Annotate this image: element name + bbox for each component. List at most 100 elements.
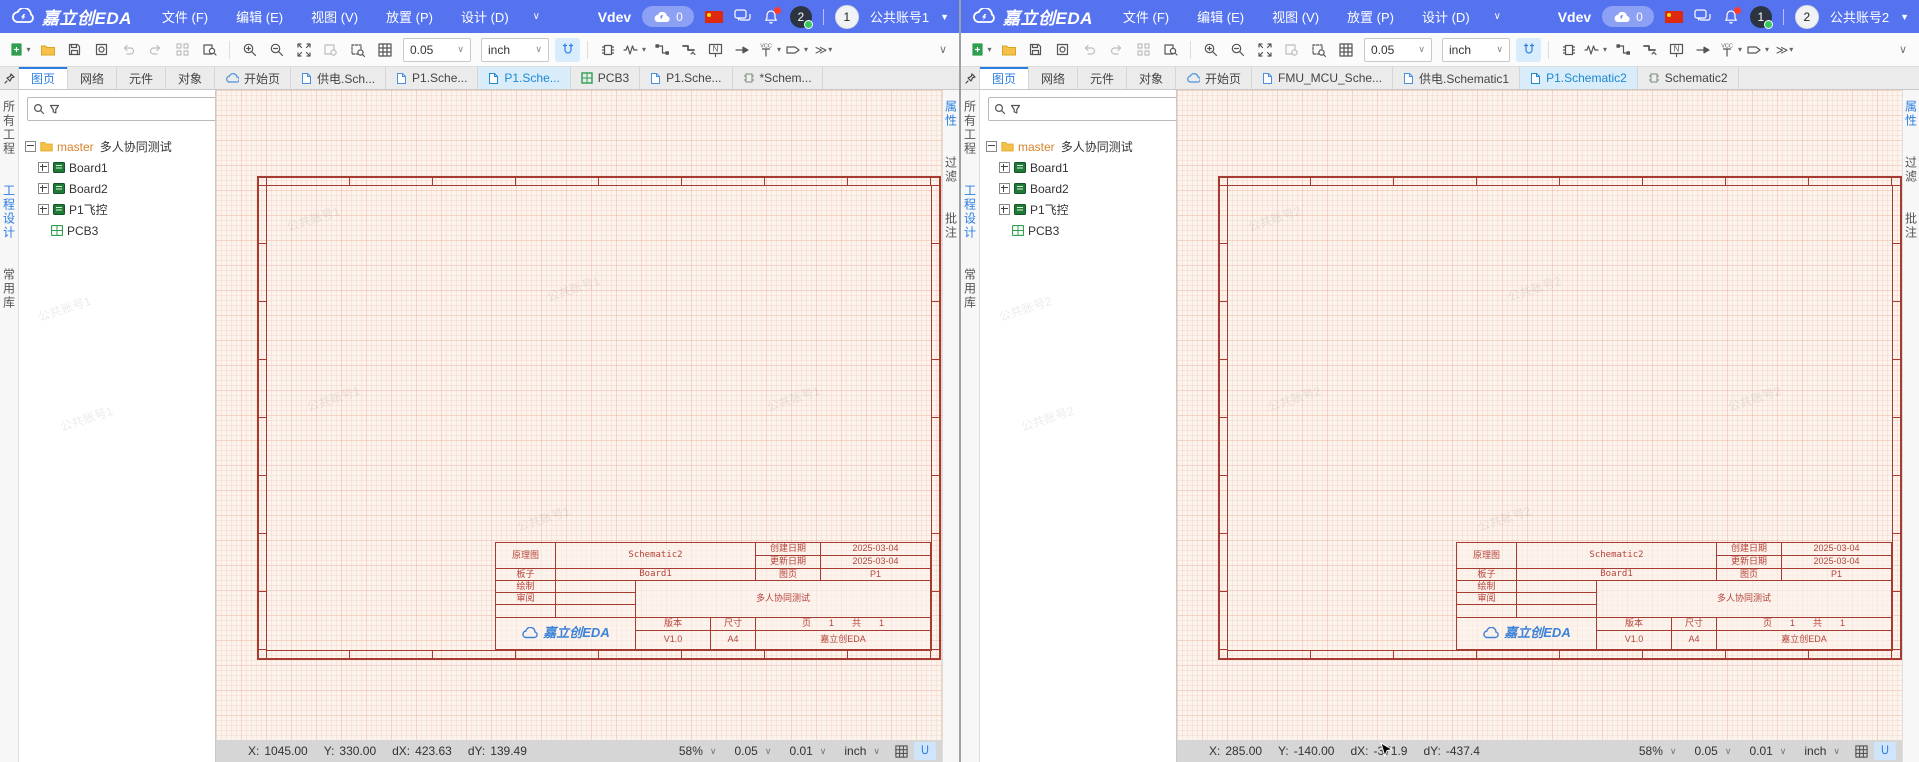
expand-expander-icon[interactable] (38, 183, 49, 194)
place-component-button[interactable] (1556, 38, 1581, 62)
zoom-in-button[interactable] (1198, 38, 1223, 62)
snap-magnet-toggle[interactable] (1516, 38, 1541, 62)
new-document-button[interactable]: ▾ (8, 38, 33, 62)
place-component-button[interactable] (595, 38, 620, 62)
tree-item-board[interactable]: P1飞控 (25, 199, 211, 220)
zoom-level-select[interactable]: 58%∨ (1631, 744, 1685, 758)
dock-tab-filter[interactable]: 过滤 (1903, 156, 1919, 184)
menu-edit[interactable]: 编辑 (E) (1183, 7, 1258, 26)
doc-tab-schematic[interactable]: 供电.Sch... (291, 67, 386, 89)
expand-expander-icon[interactable] (999, 204, 1010, 215)
tree-item-pcb[interactable]: PCB3 (986, 220, 1172, 241)
place-net-port-button[interactable]: ▾ (1745, 38, 1770, 62)
zoom-level-select[interactable]: 58%∨ (671, 744, 725, 758)
cloud-sync-button[interactable]: 0 (1602, 6, 1654, 27)
tree-item-master[interactable]: master 多人协同测试 (986, 136, 1172, 157)
grid-settings-button[interactable] (1333, 38, 1358, 62)
dock-tab-properties[interactable]: 属性 (943, 100, 960, 128)
place-power-flag-button[interactable]: VCC▾ (1718, 38, 1743, 62)
panel-tab-sheets[interactable]: 图页 (980, 67, 1029, 89)
place-net-port-button[interactable]: ▾ (784, 38, 809, 62)
search-input[interactable] (64, 101, 216, 117)
open-project-button[interactable] (35, 38, 60, 62)
zoom-selection-button[interactable] (1279, 38, 1304, 62)
undo-button[interactable] (116, 38, 141, 62)
doc-tab-schematic[interactable]: P1.Sche... (640, 67, 732, 89)
dock-tab-all-projects[interactable]: 所有工程 (1, 100, 18, 156)
place-resistor-button[interactable]: ▾ (1583, 38, 1608, 62)
tree-item-board[interactable]: Board2 (986, 178, 1172, 199)
schematic-canvas[interactable]: 公共账号2 公共账号2 公共账号2 公共账号2 公共账号2 原理图 (1177, 90, 1902, 740)
dock-tab-annotations[interactable]: 批注 (1903, 212, 1919, 240)
dock-tab-filter[interactable]: 过滤 (943, 156, 960, 184)
expand-expander-icon[interactable] (999, 162, 1010, 173)
dock-tab-common-library[interactable]: 常用库 (1, 268, 18, 310)
unit-status-select[interactable]: inch∨ (836, 744, 888, 758)
language-flag-icon[interactable] (705, 11, 723, 23)
menu-design[interactable]: 设计 (D) (1408, 7, 1484, 26)
clone-button[interactable] (1131, 38, 1156, 62)
find-similar-button[interactable] (197, 38, 222, 62)
snap-magnet-status-icon[interactable] (1874, 742, 1896, 760)
panel-tab-objects[interactable]: 对象 (1127, 67, 1176, 89)
tree-item-board[interactable]: P1飞控 (986, 199, 1172, 220)
save-button[interactable] (1023, 38, 1048, 62)
expand-expander-icon[interactable] (38, 162, 49, 173)
place-power-flag-button[interactable]: VCC▾ (757, 38, 782, 62)
more-placements-button[interactable]: ≫▾ (811, 38, 836, 62)
grid-size-select[interactable]: 0.05∨ (1364, 38, 1432, 62)
grid-toggle-icon[interactable] (1850, 742, 1872, 760)
undo-button[interactable] (1077, 38, 1102, 62)
panel-tab-sheets[interactable]: 图页 (19, 67, 68, 89)
place-net-label-button[interactable]: N (703, 38, 728, 62)
menu-file[interactable]: 文件 (F) (1109, 7, 1183, 26)
expand-expander-icon[interactable] (999, 183, 1010, 194)
panel-tab-objects[interactable]: 对象 (166, 67, 215, 89)
new-document-button[interactable]: ▾ (969, 38, 994, 62)
place-net-flag-button[interactable] (730, 38, 755, 62)
notifications-button[interactable] (1723, 9, 1739, 25)
place-resistor-button[interactable]: ▾ (622, 38, 647, 62)
collaborator-avatar[interactable]: 2 (790, 6, 812, 28)
account-menu-caret-icon[interactable]: ▼ (1900, 12, 1909, 22)
doc-tab-schematic-active[interactable]: P1.Sche... (478, 67, 570, 89)
zoom-area-button[interactable] (345, 38, 370, 62)
more-menus-icon[interactable]: ∨ (1484, 11, 1511, 22)
cloud-sync-button[interactable]: 0 (642, 6, 694, 27)
tree-item-board[interactable]: Board1 (25, 157, 211, 178)
doc-tab-home[interactable]: 开始页 (215, 67, 291, 89)
dock-tab-project-design[interactable]: 工程设计 (1, 184, 18, 240)
place-bus-button[interactable] (676, 38, 701, 62)
tree-item-pcb[interactable]: PCB3 (25, 220, 211, 241)
zoom-selection-button[interactable] (318, 38, 343, 62)
save-as-button[interactable] (89, 38, 114, 62)
panel-pin-icon[interactable] (0, 67, 19, 89)
notifications-button[interactable] (763, 9, 779, 25)
account-name[interactable]: 公共账号2 (1830, 7, 1889, 26)
feedback-chat-icon[interactable] (734, 9, 752, 24)
grid-size-status-select[interactable]: 0.05∨ (726, 744, 779, 758)
menu-view[interactable]: 视图 (V) (297, 7, 372, 26)
menu-edit[interactable]: 编辑 (E) (222, 7, 297, 26)
schematic-canvas[interactable]: 公共账号1 公共账号1 公共账号1 公共账号1 公共账号1 原理图 (216, 90, 942, 740)
more-menus-icon[interactable]: ∨ (523, 11, 550, 22)
dock-tab-properties[interactable]: 属性 (1903, 100, 1919, 128)
account-avatar[interactable]: 1 (835, 5, 859, 29)
menu-file[interactable]: 文件 (F) (148, 7, 222, 26)
account-name[interactable]: 公共账号1 (870, 7, 929, 26)
zoom-out-button[interactable] (264, 38, 289, 62)
filter-funnel-icon[interactable] (1010, 104, 1021, 115)
collapse-toolbar-icon[interactable]: ∨ (1899, 43, 1911, 56)
doc-tab-home[interactable]: 开始页 (1176, 67, 1252, 89)
unit-select[interactable]: inch∨ (1442, 38, 1510, 62)
account-avatar[interactable]: 2 (1795, 5, 1819, 29)
account-menu-caret-icon[interactable]: ▼ (940, 12, 949, 22)
tree-item-master[interactable]: master 多人协同测试 (25, 136, 211, 157)
dock-tab-project-design[interactable]: 工程设计 (962, 184, 979, 240)
menu-design[interactable]: 设计 (D) (447, 7, 523, 26)
place-bus-button[interactable] (1637, 38, 1662, 62)
doc-tab-schematic[interactable]: FMU_MCU_Sche... (1252, 67, 1393, 89)
clone-button[interactable] (170, 38, 195, 62)
expand-expander-icon[interactable] (38, 204, 49, 215)
doc-tab-schematic[interactable]: P1.Sche... (386, 67, 478, 89)
